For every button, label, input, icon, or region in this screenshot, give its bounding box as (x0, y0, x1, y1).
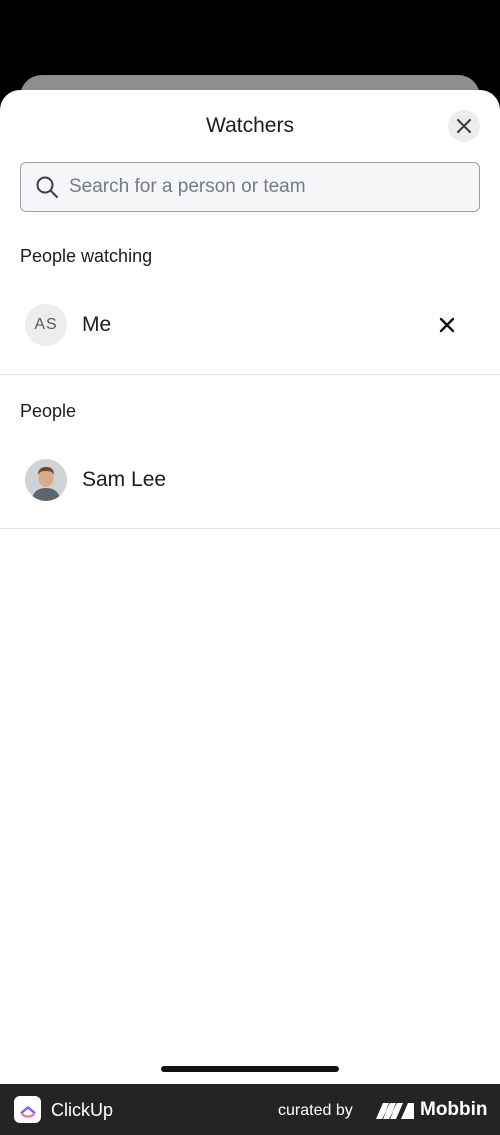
photo-avatar-icon (25, 459, 67, 501)
home-indicator (161, 1066, 339, 1072)
clickup-logo-icon (14, 1096, 41, 1123)
person-name: Sam Lee (82, 468, 167, 491)
divider (0, 528, 500, 529)
watchers-sheet: Watchers People watching AS Me People (0, 90, 500, 1084)
brand-name: Mobbin (420, 1099, 488, 1120)
close-icon (457, 119, 471, 133)
curated-by-label: curated by (278, 1102, 353, 1119)
divider (0, 374, 500, 375)
people-label: People (20, 401, 77, 421)
watcher-name: Me (82, 313, 112, 336)
people-watching-label: People watching (20, 246, 153, 266)
search-icon (36, 176, 58, 198)
remove-watcher-button[interactable] (434, 312, 460, 338)
close-icon (439, 317, 455, 333)
app-name: ClickUp (51, 1100, 114, 1120)
person-row-sam-lee[interactable]: Sam Lee (0, 445, 500, 515)
search-field[interactable] (20, 162, 480, 212)
sheet-title: Watchers (206, 114, 294, 137)
avatar: AS (25, 304, 67, 346)
watcher-row-me[interactable]: AS Me (0, 290, 500, 360)
close-button[interactable] (448, 110, 480, 142)
search-input[interactable] (69, 176, 449, 198)
footer-bar: ClickUp curated by Mobbin (0, 1084, 500, 1135)
mobbin-logo-icon (376, 1103, 414, 1119)
avatar (25, 459, 67, 501)
avatar-initials: AS (34, 316, 58, 333)
